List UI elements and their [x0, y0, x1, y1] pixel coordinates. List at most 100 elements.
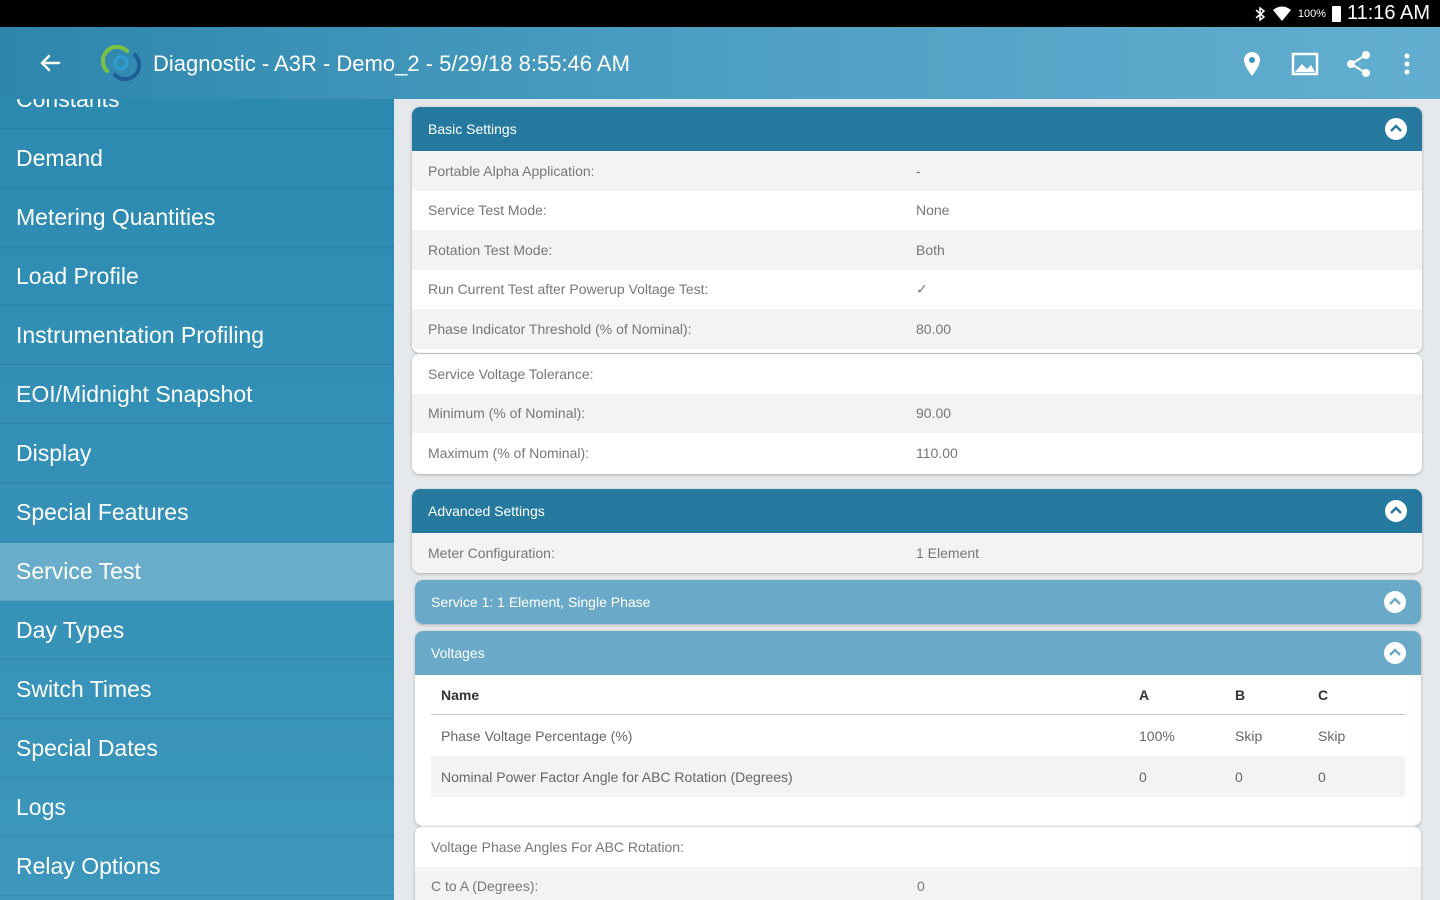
more-vert-icon[interactable] — [1392, 49, 1422, 79]
sidebar-item-label: Logs — [16, 794, 66, 820]
chevron-up-icon[interactable] — [1384, 499, 1408, 523]
sidebar-item-label: Load Profile — [16, 263, 139, 289]
table-row: Service Test Mode: None — [412, 191, 1422, 231]
table-cell: 0 — [1235, 768, 1243, 785]
battery-icon — [1331, 5, 1341, 22]
sidebar-item-label: Service Test — [16, 558, 141, 584]
sidebar-item-special-features[interactable]: Special Features — [0, 484, 394, 542]
advanced-settings-card: Advanced Settings Meter Configuration: 1 … — [412, 489, 1422, 573]
subsection-title-row: Voltage Phase Angles For ABC Rotation: — [415, 827, 1421, 867]
column-header: C — [1318, 686, 1329, 703]
row-label: Minimum (% of Nominal): — [428, 405, 586, 422]
sidebar-item-label: Special Features — [16, 499, 189, 525]
row-value: 1 Element — [916, 544, 980, 561]
image-icon[interactable] — [1290, 49, 1320, 79]
sidebar-item-day-types[interactable]: Day Types — [0, 602, 394, 660]
sidebar-item-label: EOI/Midnight Snapshot — [16, 381, 253, 407]
sidebar-item-constants[interactable]: Constants — [0, 99, 394, 129]
row-label: Meter Configuration: — [428, 544, 555, 561]
sidebar-item-load-profile[interactable]: Load Profile — [0, 248, 394, 306]
row-label: C to A (Degrees): — [431, 878, 539, 895]
share-icon[interactable] — [1344, 49, 1374, 79]
sidebar-item-switch-times[interactable]: Switch Times — [0, 661, 394, 719]
app-logo — [100, 45, 142, 81]
location-icon[interactable] — [1237, 49, 1267, 79]
sidebar-item-eoi-midnight-snapshot[interactable]: EOI/Midnight Snapshot — [0, 366, 394, 424]
table-row: Minimum (% of Nominal): 90.00 — [412, 393, 1422, 433]
table-cell: Skip — [1318, 727, 1346, 744]
row-label: Maximum (% of Nominal): — [428, 444, 590, 461]
table-cell: 100% — [1139, 727, 1175, 744]
sidebar-item-label: Day Types — [16, 617, 125, 643]
service-1-header[interactable]: Service 1: 1 Element, Single Phase — [415, 580, 1421, 624]
table-cell: Phase Voltage Percentage (%) — [441, 727, 633, 744]
table-row: Phase Indicator Threshold (% of Nominal)… — [412, 309, 1422, 349]
subsection-title: Service Voltage Tolerance: — [428, 365, 594, 382]
bluetooth-icon — [1255, 6, 1266, 21]
sidebar-item-instrumentation-profiling[interactable]: Instrumentation Profiling — [0, 307, 394, 365]
table-row: Phase Voltage Percentage (%) 100% Skip S… — [431, 715, 1405, 756]
sidebar-item-special-dates[interactable]: Special Dates — [0, 720, 394, 778]
row-value: 80.00 — [916, 320, 952, 337]
sidebar-item-label: Display — [16, 440, 92, 466]
column-header: Name — [441, 686, 480, 703]
wifi-icon — [1272, 6, 1291, 21]
section-title: Basic Settings — [428, 121, 517, 137]
chevron-up-icon[interactable] — [1383, 590, 1407, 614]
row-label: Run Current Test after Powerup Voltage T… — [428, 281, 709, 298]
row-value: 0 — [917, 878, 925, 895]
table-row: C to A (Degrees): 0 — [415, 866, 1421, 900]
row-value: - — [916, 162, 921, 179]
service-1-card: Service 1: 1 Element, Single Phase — [415, 580, 1421, 624]
voltage-tolerance-card: Service Voltage Tolerance: Minimum (% of… — [412, 354, 1422, 474]
status-bar: 100% 11:16 AM — [0, 0, 1440, 27]
sidebar-item-demand[interactable]: Demand — [0, 130, 394, 188]
sidebar-item-display[interactable]: Display — [0, 425, 394, 483]
sidebar-item-metering-quantities[interactable]: Metering Quantities — [0, 189, 394, 247]
clock: 11:16 AM — [1346, 2, 1430, 24]
voltages-card: Voltages Name A B C Phase Voltage Percen… — [415, 631, 1421, 826]
chevron-up-icon[interactable] — [1384, 117, 1408, 141]
checkmark-value: ✓ — [916, 280, 928, 297]
phase-angles-card: Voltage Phase Angles For ABC Rotation: C… — [415, 826, 1421, 900]
column-header: A — [1139, 686, 1150, 703]
sidebar-item-logs[interactable]: Logs — [0, 779, 394, 837]
sidebar-item-relay-options[interactable]: Relay Options — [0, 838, 394, 896]
chevron-up-icon[interactable] — [1383, 641, 1407, 665]
table-cell: Nominal Power Factor Angle for ABC Rotat… — [441, 768, 793, 785]
sidebar-item-label: Demand — [16, 145, 103, 171]
row-value: Both — [916, 241, 945, 258]
main-content: Basic Settings Portable Alpha Applicatio… — [394, 99, 1440, 900]
battery-percent: 100% — [1297, 7, 1326, 20]
section-title: Voltages — [431, 645, 485, 661]
sidebar-item-label: Instrumentation Profiling — [16, 322, 265, 348]
back-arrow-icon[interactable] — [36, 49, 64, 77]
sidebar-item-label: Special Dates — [16, 735, 158, 761]
table-row: Rotation Test Mode: Both — [412, 230, 1422, 270]
row-value: 90.00 — [916, 405, 952, 422]
row-label: Rotation Test Mode: — [428, 241, 553, 258]
table-row: Run Current Test after Powerup Voltage T… — [412, 270, 1422, 310]
sidebar-item-service-test[interactable]: Service Test — [0, 543, 394, 601]
column-header: B — [1235, 686, 1246, 703]
row-label: Phase Indicator Threshold (% of Nominal)… — [428, 320, 692, 337]
row-label: Portable Alpha Application: — [428, 162, 595, 179]
row-value: 110.00 — [916, 444, 958, 461]
subsection-title: Voltage Phase Angles For ABC Rotation: — [431, 838, 684, 855]
basic-settings-card: Basic Settings Portable Alpha Applicatio… — [412, 107, 1422, 353]
basic-settings-header[interactable]: Basic Settings — [412, 107, 1422, 151]
table-row: Portable Alpha Application: - — [412, 151, 1422, 191]
row-value: None — [916, 202, 950, 219]
table-header-row: Name A B C — [431, 675, 1405, 715]
basic-settings-rows: Portable Alpha Application: - Service Tes… — [412, 151, 1422, 349]
app-bar: Diagnostic - A3R - Demo_2 - 5/29/18 8:55… — [0, 27, 1440, 99]
table-row: Maximum (% of Nominal): 110.00 — [412, 433, 1422, 473]
section-title: Service 1: 1 Element, Single Phase — [431, 594, 651, 610]
voltages-header[interactable]: Voltages — [415, 631, 1421, 675]
advanced-settings-header[interactable]: Advanced Settings — [412, 489, 1422, 533]
page-title: Diagnostic - A3R - Demo_2 - 5/29/18 8:55… — [153, 51, 630, 76]
sidebar-item-label: Metering Quantities — [16, 204, 216, 230]
voltages-table: Name A B C Phase Voltage Percentage (%) … — [431, 675, 1405, 797]
section-title: Advanced Settings — [428, 503, 545, 519]
subsection-title-row: Service Voltage Tolerance: — [412, 354, 1422, 394]
